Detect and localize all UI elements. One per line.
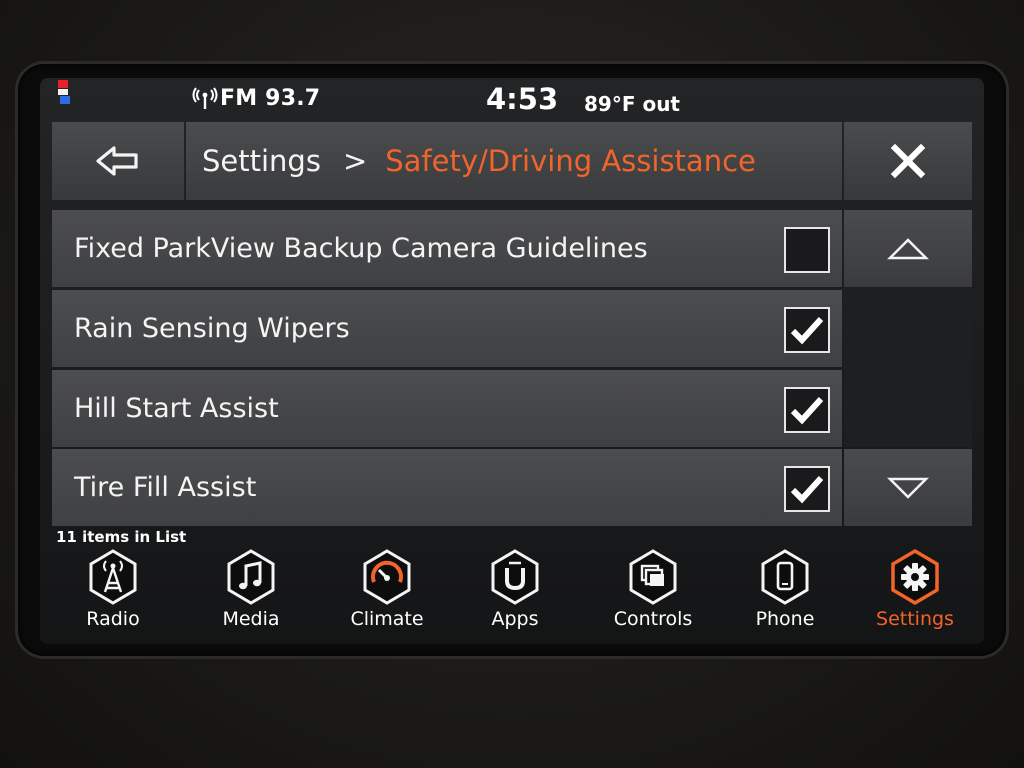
breadcrumb-separator: > bbox=[342, 144, 368, 178]
tire-fill-assist-checkbox[interactable] bbox=[784, 466, 830, 512]
nav-climate[interactable]: Climate bbox=[332, 548, 442, 640]
back-button[interactable] bbox=[52, 122, 184, 200]
radio-station-text: FM 93.7 bbox=[220, 86, 321, 111]
nav-label: Radio bbox=[86, 608, 140, 630]
list-item-hill-start-assist[interactable]: Hill Start Assist bbox=[52, 370, 842, 447]
checkmark-icon bbox=[790, 475, 824, 504]
nav-apps[interactable]: Apps bbox=[460, 548, 570, 640]
nav-label: Media bbox=[222, 608, 280, 630]
breadcrumb: Settings > Safety/Driving Assistance bbox=[186, 122, 842, 200]
rain-sensing-wipers-checkbox[interactable] bbox=[784, 307, 830, 353]
nav-controls[interactable]: Controls bbox=[598, 548, 708, 640]
close-icon bbox=[890, 143, 926, 179]
bottom-nav: Radio Media Climate Apps Controls Phone … bbox=[40, 548, 984, 644]
list-item-rain-sensing-wipers[interactable]: Rain Sensing Wipers bbox=[52, 290, 842, 367]
gear-icon bbox=[891, 548, 939, 606]
list-item-label: Hill Start Assist bbox=[74, 393, 279, 424]
clock: 4:53 bbox=[486, 82, 559, 116]
nav-settings[interactable]: Settings bbox=[860, 548, 970, 640]
phone-icon bbox=[761, 549, 809, 605]
scroll-up-button[interactable] bbox=[844, 210, 972, 287]
status-bar: FM 93.7 4:53 89°F out bbox=[40, 78, 984, 120]
brand-flag-icon bbox=[56, 80, 70, 112]
nav-label: Controls bbox=[613, 608, 693, 630]
nav-media[interactable]: Media bbox=[196, 548, 306, 640]
scroll-down-button[interactable] bbox=[844, 449, 972, 526]
hill-start-assist-checkbox[interactable] bbox=[784, 387, 830, 433]
nav-label: Settings bbox=[876, 608, 954, 630]
antenna-icon bbox=[192, 86, 218, 109]
climate-dial-icon bbox=[363, 549, 411, 605]
infotainment-screen: FM 93.7 4:53 89°F out Settings > Safety/… bbox=[40, 78, 984, 644]
radio-tower-icon bbox=[89, 549, 137, 605]
close-button[interactable] bbox=[844, 122, 972, 200]
checkmark-icon bbox=[790, 316, 824, 345]
list-item-tire-fill-assist[interactable]: Tire Fill Assist bbox=[52, 449, 842, 526]
back-arrow-icon bbox=[96, 146, 138, 176]
music-note-icon bbox=[227, 549, 275, 605]
parkview-guidelines-checkbox[interactable] bbox=[784, 227, 830, 273]
breadcrumb-settings[interactable]: Settings bbox=[202, 144, 321, 178]
page-title: Safety/Driving Assistance bbox=[385, 144, 756, 178]
list-item-label: Rain Sensing Wipers bbox=[74, 313, 350, 344]
nav-label: Phone bbox=[755, 608, 815, 630]
outside-temperature: 89°F out bbox=[584, 92, 680, 116]
uconnect-apps-icon bbox=[491, 549, 539, 605]
settings-list: Fixed ParkView Backup Camera Guidelines … bbox=[52, 210, 842, 526]
triangle-down-icon bbox=[887, 477, 929, 499]
list-item-label: Tire Fill Assist bbox=[74, 472, 257, 503]
scrollbar-track[interactable] bbox=[844, 289, 972, 447]
list-item-parkview-guidelines[interactable]: Fixed ParkView Backup Camera Guidelines bbox=[52, 210, 842, 287]
nav-label: Apps bbox=[491, 608, 539, 630]
nav-phone[interactable]: Phone bbox=[730, 548, 840, 640]
checkmark-icon bbox=[790, 396, 824, 425]
scroll-controls bbox=[844, 210, 972, 526]
items-count: 11 items in List bbox=[56, 528, 187, 546]
controls-icon bbox=[629, 549, 677, 605]
triangle-up-icon bbox=[887, 237, 929, 259]
header-bar: Settings > Safety/Driving Assistance bbox=[52, 122, 972, 202]
nav-radio[interactable]: Radio bbox=[58, 548, 168, 640]
radio-status[interactable]: FM 93.7 bbox=[192, 86, 320, 111]
list-item-label: Fixed ParkView Backup Camera Guidelines bbox=[74, 233, 648, 264]
nav-label: Climate bbox=[350, 608, 424, 630]
